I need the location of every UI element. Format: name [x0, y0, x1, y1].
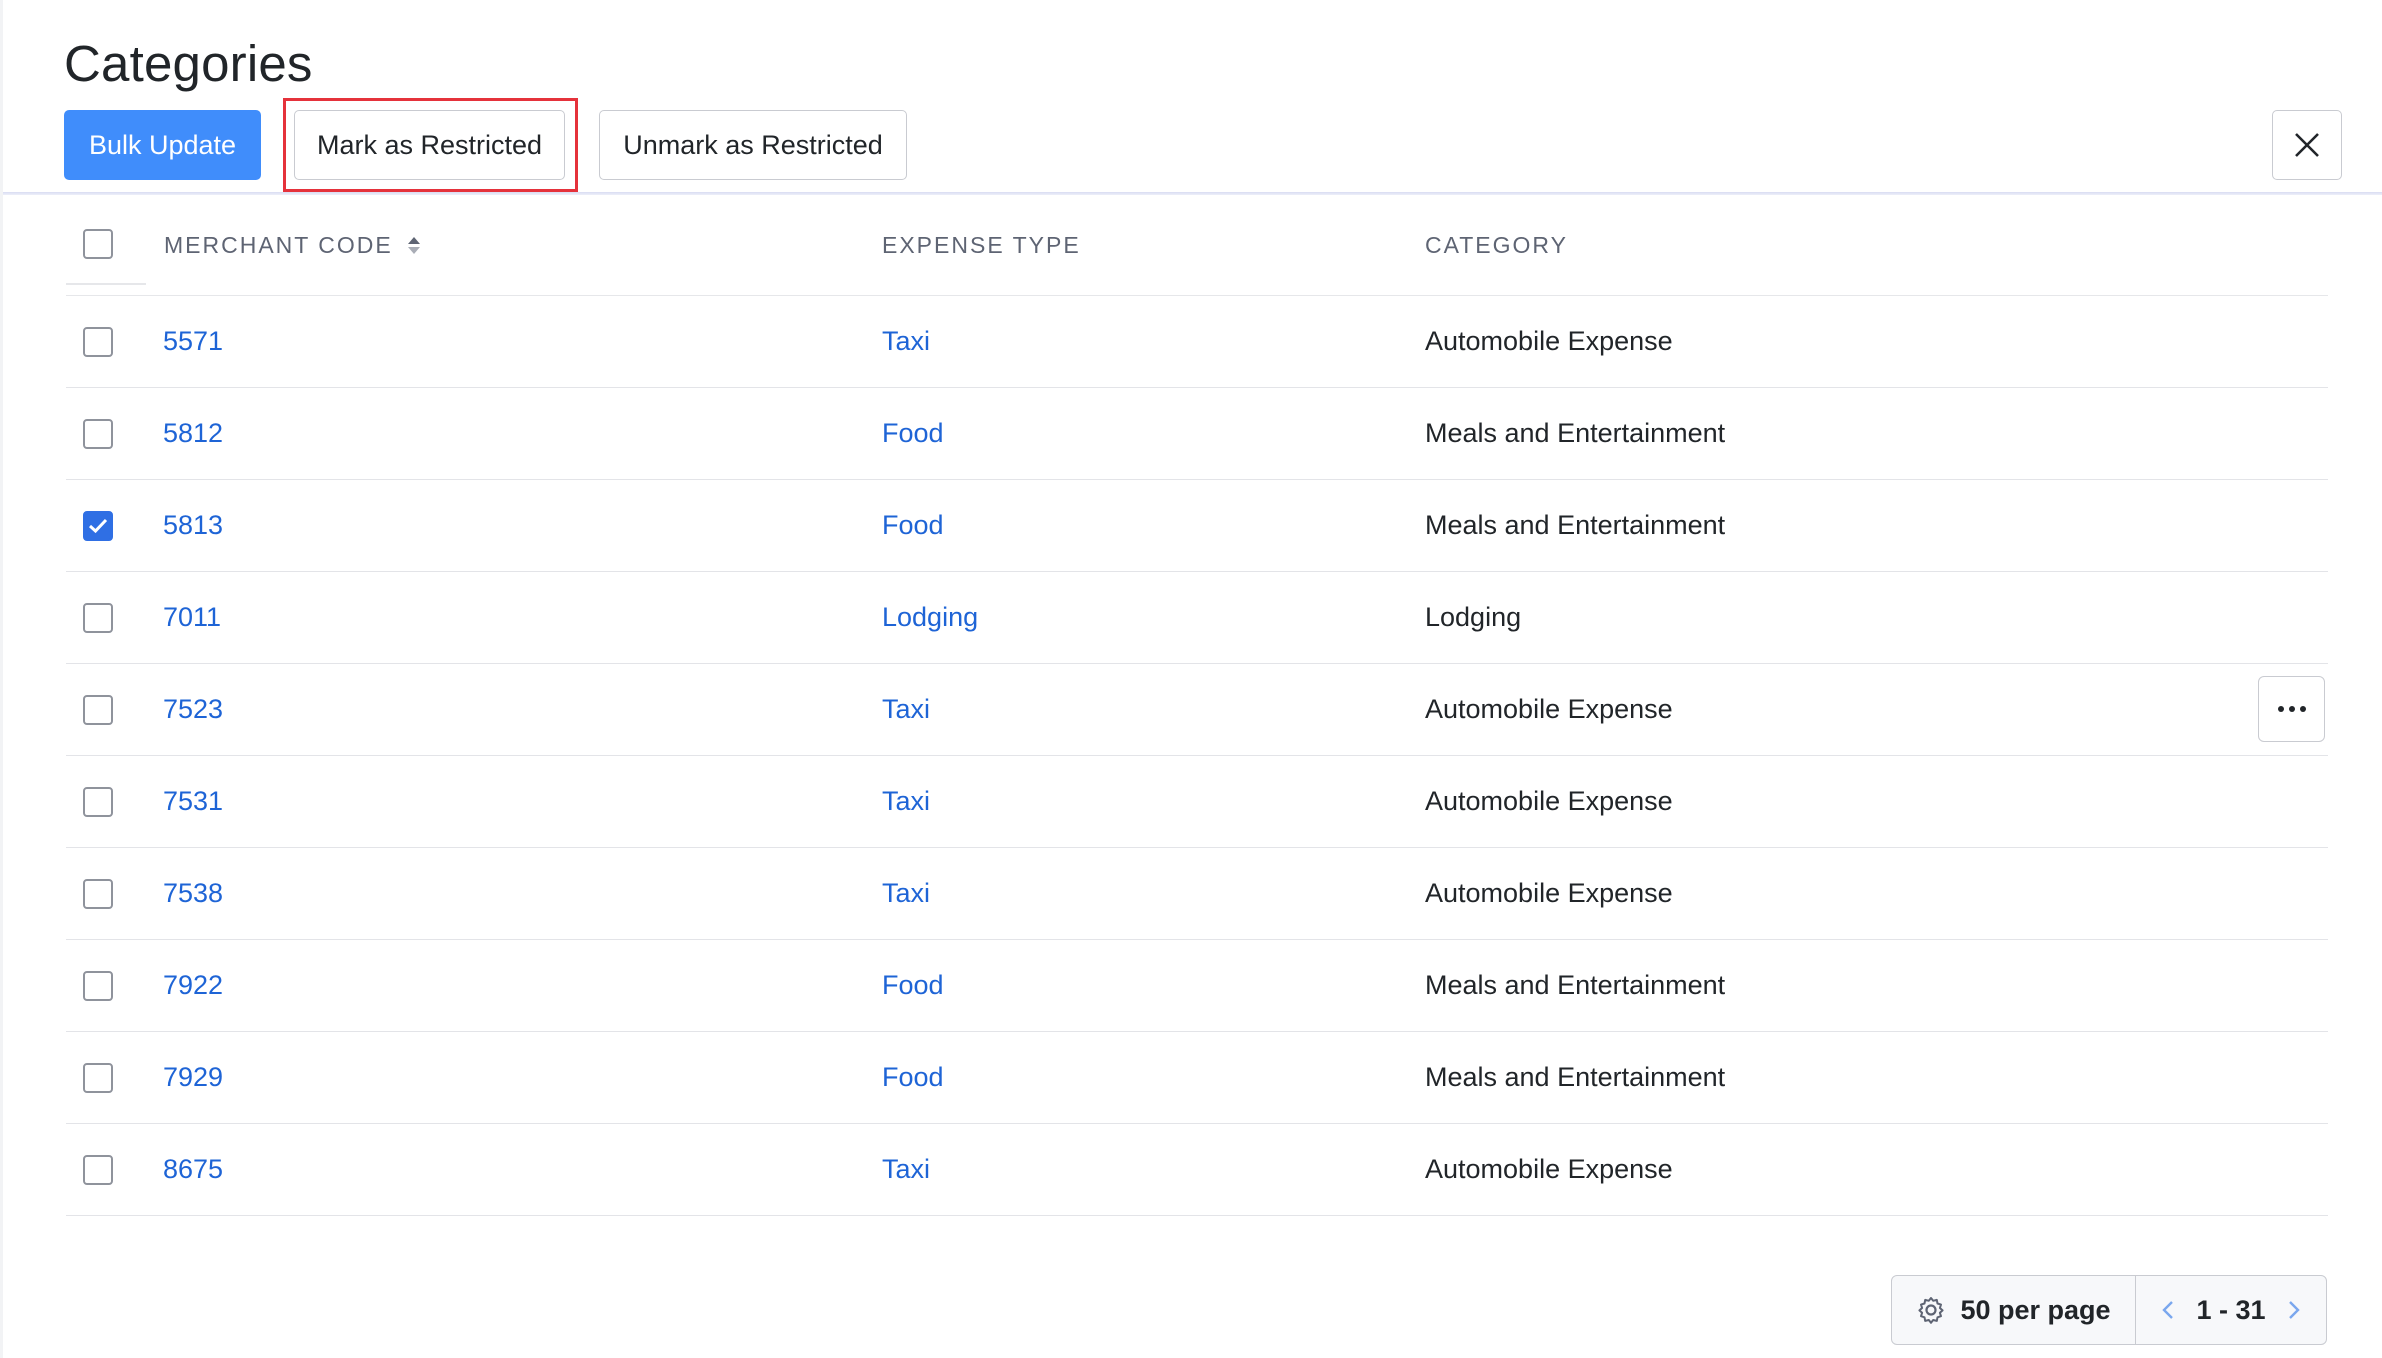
table-header: MERCHANT CODE EXPENSE TYPE CATEGORY	[66, 195, 2328, 296]
merchant-code-link[interactable]: 5813	[163, 480, 223, 571]
category-cell: Automobile Expense	[1425, 1154, 1673, 1184]
expense-type-link[interactable]: Food	[882, 480, 944, 571]
bulk-update-button[interactable]: Bulk Update	[64, 110, 261, 180]
table-row[interactable]: 7011 Lodging Lodging	[66, 572, 2328, 664]
expense-type-link[interactable]: Food	[882, 1032, 944, 1123]
merchant-code-link[interactable]: 5571	[163, 296, 223, 387]
category-cell: Meals and Entertainment	[1425, 510, 1726, 540]
previous-page-button[interactable]	[2162, 1300, 2174, 1320]
merchant-code-link[interactable]: 7011	[163, 572, 221, 663]
sort-icon[interactable]	[407, 234, 421, 256]
row-checkbox[interactable]	[83, 511, 113, 541]
row-checkbox[interactable]	[83, 971, 113, 1001]
merchant-code-link[interactable]: 5812	[163, 388, 223, 479]
next-page-button[interactable]	[2288, 1300, 2300, 1320]
merchant-code-link[interactable]: 7922	[163, 940, 223, 1031]
chevron-right-icon	[2288, 1301, 2300, 1319]
page-range-label: 1 - 31	[2196, 1294, 2266, 1325]
column-header-merchant-code[interactable]: MERCHANT CODE	[164, 195, 421, 295]
chevron-left-icon	[2162, 1301, 2174, 1319]
close-button[interactable]	[2272, 110, 2342, 180]
table-row[interactable]: 5812 Food Meals and Entertainment	[66, 388, 2328, 480]
category-cell: Automobile Expense	[1425, 694, 1673, 724]
expense-type-link[interactable]: Taxi	[882, 664, 930, 755]
merchant-code-link[interactable]: 7929	[163, 1032, 223, 1123]
pagination-bar: 50 per page 1 - 31	[1891, 1275, 2327, 1345]
table-row[interactable]: 7929 Food Meals and Entertainment	[66, 1032, 2328, 1124]
table-row[interactable]: 8675 Taxi Automobile Expense	[66, 1124, 2328, 1216]
category-cell: Meals and Entertainment	[1425, 1062, 1726, 1092]
categories-page: Categories Bulk Update Mark as Restricte…	[0, 0, 2382, 1358]
page-title: Categories	[64, 35, 313, 92]
expense-type-link[interactable]: Taxi	[882, 1124, 930, 1215]
table-row[interactable]: 7538 Taxi Automobile Expense	[66, 848, 2328, 940]
row-checkbox[interactable]	[83, 327, 113, 357]
more-horizontal-icon	[2277, 706, 2306, 712]
close-icon	[2295, 133, 2319, 157]
table-row[interactable]: 7531 Taxi Automobile Expense	[66, 756, 2328, 848]
category-cell: Automobile Expense	[1425, 878, 1673, 908]
table-row[interactable]: 7922 Food Meals and Entertainment	[66, 940, 2328, 1032]
expense-type-link[interactable]: Food	[882, 940, 944, 1031]
table-row[interactable]: 7523 Taxi Automobile Expense	[66, 664, 2328, 756]
per-page-label: 50 per page	[1960, 1294, 2111, 1325]
row-checkbox[interactable]	[83, 603, 113, 633]
select-all-checkbox[interactable]	[83, 229, 113, 259]
column-header-category: CATEGORY	[1425, 231, 1568, 258]
row-checkbox[interactable]	[83, 787, 113, 817]
merchant-code-link[interactable]: 7538	[163, 848, 223, 939]
checkmark-icon	[88, 518, 108, 534]
table-body: 5571 Taxi Automobile Expense 5812 Food Meals …	[66, 296, 2328, 1216]
row-checkbox[interactable]	[83, 879, 113, 909]
unmark-as-restricted-button[interactable]: Unmark as Restricted	[599, 110, 907, 180]
merchant-code-link[interactable]: 7531	[163, 756, 223, 847]
expense-type-link[interactable]: Taxi	[882, 296, 930, 387]
row-checkbox[interactable]	[83, 1063, 113, 1093]
category-cell: Meals and Entertainment	[1425, 418, 1726, 448]
table-row[interactable]: 5571 Taxi Automobile Expense	[66, 296, 2328, 388]
categories-table: MERCHANT CODE EXPENSE TYPE CATEGORY 5571…	[66, 195, 2328, 1216]
mark-as-restricted-button[interactable]: Mark as Restricted	[294, 110, 565, 180]
category-cell: Lodging	[1425, 602, 1522, 632]
expense-type-link[interactable]: Lodging	[882, 572, 978, 663]
expense-type-link[interactable]: Taxi	[882, 756, 930, 847]
row-actions-button[interactable]	[2258, 676, 2325, 742]
expense-type-link[interactable]: Food	[882, 388, 944, 479]
page-navigator: 1 - 31	[2136, 1276, 2326, 1344]
expense-type-link[interactable]: Taxi	[882, 848, 930, 939]
category-cell: Meals and Entertainment	[1425, 970, 1726, 1000]
table-row[interactable]: 5813 Food Meals and Entertainment	[66, 480, 2328, 572]
header-checkbox-underline	[66, 283, 146, 285]
row-checkbox[interactable]	[83, 695, 113, 725]
row-checkbox[interactable]	[83, 419, 113, 449]
row-checkbox[interactable]	[83, 1155, 113, 1185]
per-page-selector[interactable]: 50 per page	[1892, 1276, 2136, 1344]
category-cell: Automobile Expense	[1425, 326, 1673, 356]
category-cell: Automobile Expense	[1425, 786, 1673, 816]
merchant-code-link[interactable]: 8675	[163, 1124, 223, 1215]
column-header-expense-type: EXPENSE TYPE	[882, 231, 1081, 258]
gear-icon	[1916, 1295, 1946, 1325]
column-header-merchant-code-label: MERCHANT CODE	[164, 231, 393, 258]
merchant-code-link[interactable]: 7523	[163, 664, 223, 755]
